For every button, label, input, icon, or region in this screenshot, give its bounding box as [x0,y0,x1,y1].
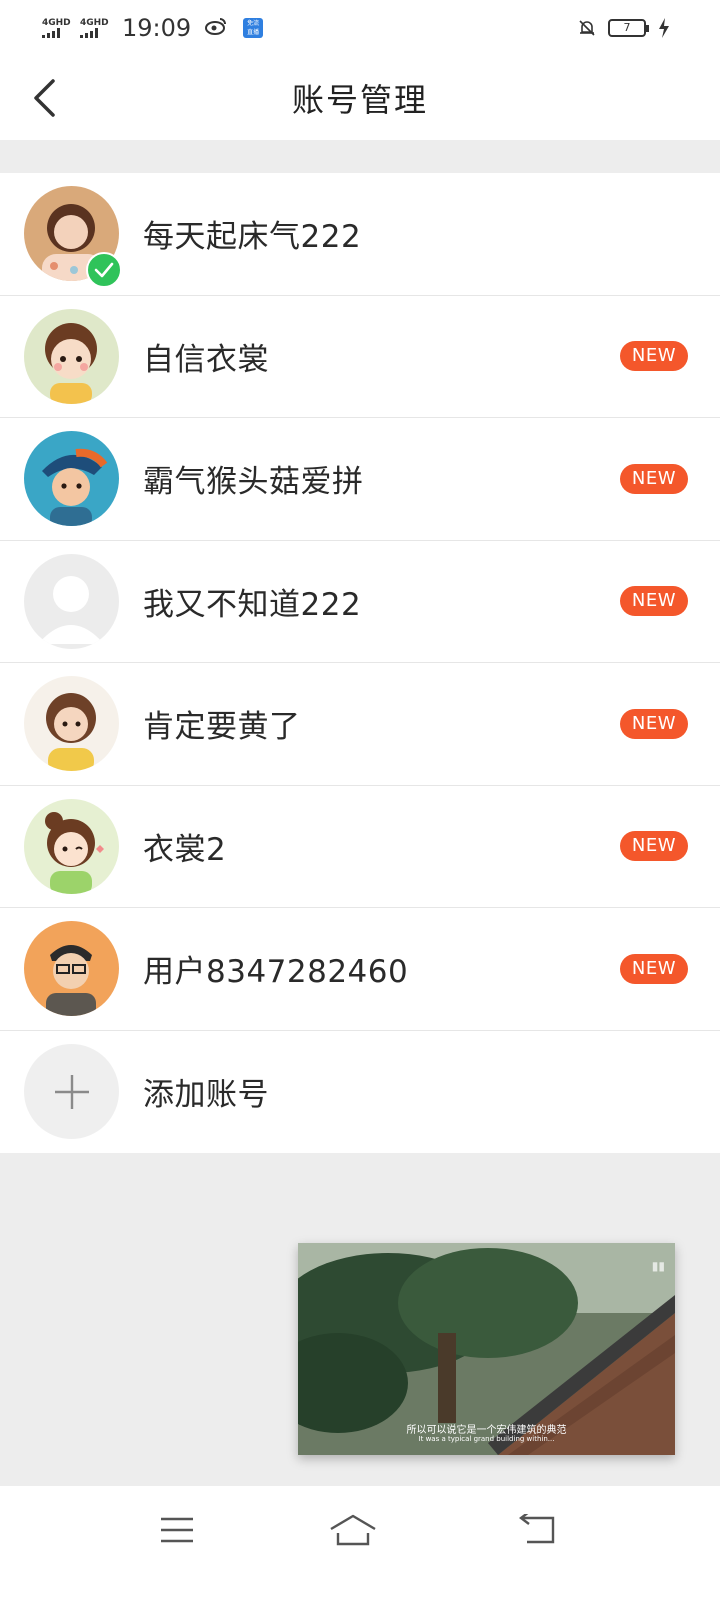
charging-icon [659,18,669,38]
avatar [24,921,119,1017]
status-bar: 4GHD 4GHD 19:09 免流 直播 7 [0,0,720,56]
add-account-label: 添加账号 [143,1077,269,1114]
account-row[interactable]: 霸气猴头菇爱拼 NEW [0,418,720,541]
current-account-check-icon [86,252,122,288]
avatar [24,308,119,404]
badge-line-2: 直播 [247,29,260,36]
video-subtitle-en: It was a typical grand building within..… [418,1435,555,1443]
new-badge: NEW [620,831,688,862]
header: 账号管理 [0,56,720,140]
page-title: 账号管理 [291,81,428,119]
home-button[interactable] [323,1508,383,1552]
new-badge: NEW [620,341,688,372]
system-navigation-bar [0,1486,720,1600]
back-button[interactable] [20,74,68,122]
new-badge: NEW [620,586,688,617]
account-name: 肯定要黄了 [143,709,301,746]
account-name: 衣裳2 [143,831,227,868]
battery-level: 7 [623,21,631,34]
account-row[interactable]: 用户8347282460 NEW [0,908,720,1031]
bell-off-icon [579,20,595,36]
account-row[interactable]: 衣裳2 NEW [0,785,720,908]
account-row[interactable]: 肯定要黄了 NEW [0,663,720,786]
new-badge: NEW [620,953,688,984]
avatar [24,798,119,894]
return-icon [519,1514,555,1544]
clock: 19:09 [122,14,192,42]
account-name: 自信衣裳 [143,341,269,378]
account-name: 用户8347282460 [143,954,409,991]
new-badge: NEW [620,463,688,494]
account-row[interactable]: 每天起床气222 [0,173,720,296]
floating-video-player[interactable]: ▮▮ 所以可以说它是一个宏伟建筑的典范 It was a typical gra… [298,1243,675,1455]
signal-1-label: 4GHD [42,18,71,28]
avatar [24,431,119,527]
back-nav-button[interactable] [508,1508,568,1552]
account-list: 每天起床气222 自信衣裳 NEW 霸气猴头菇爱拼 NEW 我又不知道222 N… [0,173,720,1153]
new-badge: NEW [620,708,688,739]
battery-icon: 7 [608,19,649,37]
account-row[interactable]: 我又不知道222 NEW [0,540,720,663]
signal-1-icon: 4GHD [42,18,72,38]
account-name: 每天起床气222 [143,219,362,256]
add-account-button[interactable]: 添加账号 [0,1030,720,1153]
signal-2-icon: 4GHD [80,18,110,38]
menu-icon [161,1517,193,1543]
home-icon [330,1514,376,1546]
plus-icon [24,1044,119,1140]
chevron-left-icon [34,79,55,117]
account-name: 霸气猴头菇爱拼 [143,464,364,501]
badge-line-1: 免流 [247,20,260,27]
avatar [24,553,119,649]
account-name: 我又不知道222 [143,586,362,623]
app-notification-icon: 免流 直播 [243,18,264,38]
video-watermark-icon: ▮▮ [651,1259,665,1273]
avatar [24,676,119,772]
menu-button[interactable] [147,1508,207,1552]
weibo-icon [205,17,227,40]
account-row[interactable]: 自信衣裳 NEW [0,295,720,418]
signal-2-label: 4GHD [80,18,109,28]
video-subtitle: 所以可以说它是一个宏伟建筑的典范 [406,1425,567,1436]
